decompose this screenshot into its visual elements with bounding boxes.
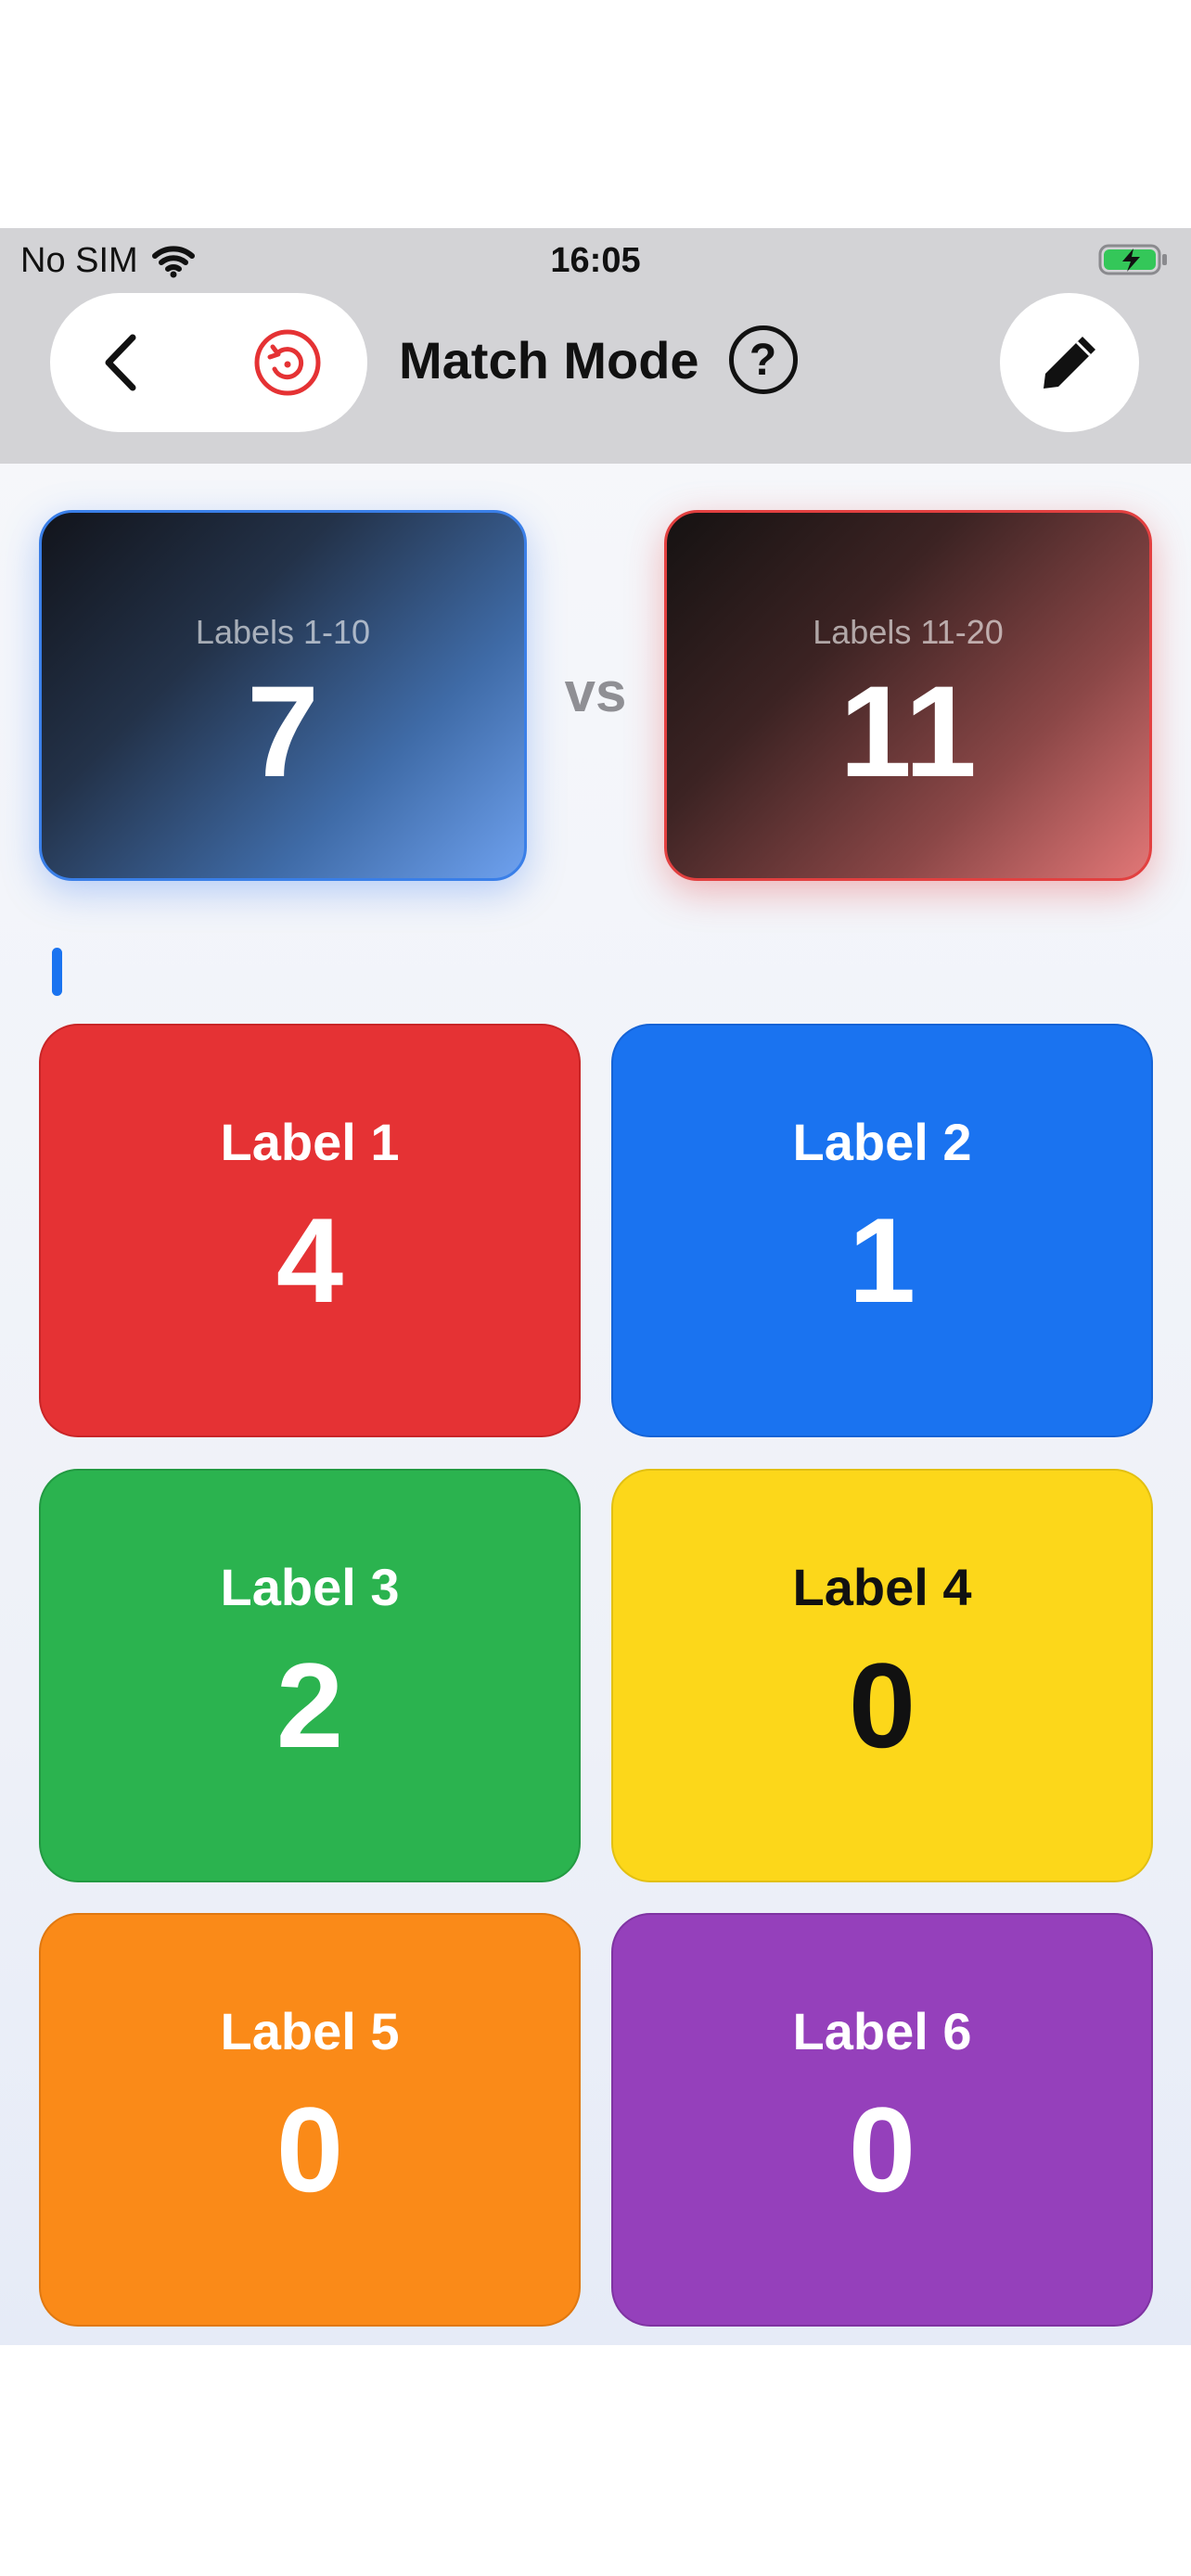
status-bar: No SIM 16:05 bbox=[0, 228, 1191, 293]
versus-label: vs bbox=[564, 661, 627, 723]
nav-button-group bbox=[50, 293, 367, 432]
counter-card-1[interactable]: Label 1 4 bbox=[39, 1024, 581, 1437]
counter-label: Label 6 bbox=[792, 2002, 972, 2060]
counter-label: Label 4 bbox=[792, 1558, 972, 1616]
counter-value: 0 bbox=[848, 2082, 916, 2217]
counter-card-6[interactable]: Label 6 0 bbox=[611, 1913, 1153, 2327]
navigation-bar: No SIM 16:05 Match Mode ? bbox=[0, 228, 1191, 464]
team-a-label: Labels 1-10 bbox=[195, 613, 371, 651]
edit-button[interactable] bbox=[1000, 293, 1139, 432]
text-cursor bbox=[52, 948, 62, 996]
counter-label: Label 1 bbox=[220, 1113, 400, 1171]
counter-value: 0 bbox=[848, 1638, 916, 1773]
team-b-label: Labels 11-20 bbox=[813, 613, 1004, 651]
counter-card-4[interactable]: Label 4 0 bbox=[611, 1469, 1153, 1882]
counter-value: 1 bbox=[848, 1192, 916, 1328]
title-group: Match Mode ? bbox=[399, 313, 798, 406]
counter-label: Label 5 bbox=[220, 2002, 400, 2060]
back-button[interactable] bbox=[85, 327, 156, 398]
chevron-left-icon bbox=[105, 334, 136, 391]
counter-value: 4 bbox=[275, 1192, 344, 1328]
pencil-icon bbox=[1044, 337, 1095, 389]
team-a-score-card[interactable]: Labels 1-10 7 bbox=[39, 510, 527, 881]
reset-icon bbox=[254, 329, 321, 396]
team-b-score: 11 bbox=[839, 658, 977, 804]
counter-value: 0 bbox=[275, 2082, 344, 2217]
reset-button[interactable] bbox=[252, 327, 323, 398]
counter-card-3[interactable]: Label 3 2 bbox=[39, 1469, 581, 1882]
help-button[interactable]: ? bbox=[728, 325, 798, 394]
page-title: Match Mode bbox=[399, 330, 699, 389]
app-screen: No SIM 16:05 Match Mode ? Labels 1-10 7 … bbox=[0, 228, 1191, 2345]
counter-card-2[interactable]: Label 2 1 bbox=[611, 1024, 1153, 1437]
counter-label: Label 3 bbox=[220, 1558, 400, 1616]
question-mark-icon: ? bbox=[749, 335, 777, 385]
counter-card-5[interactable]: Label 5 0 bbox=[39, 1913, 581, 2327]
clock: 16:05 bbox=[550, 241, 641, 280]
team-b-score-card[interactable]: Labels 11-20 11 bbox=[664, 510, 1152, 881]
counter-value: 2 bbox=[275, 1638, 344, 1773]
team-a-score: 7 bbox=[247, 658, 319, 804]
battery-charging-icon bbox=[1098, 244, 1167, 275]
counter-label: Label 2 bbox=[792, 1113, 972, 1171]
